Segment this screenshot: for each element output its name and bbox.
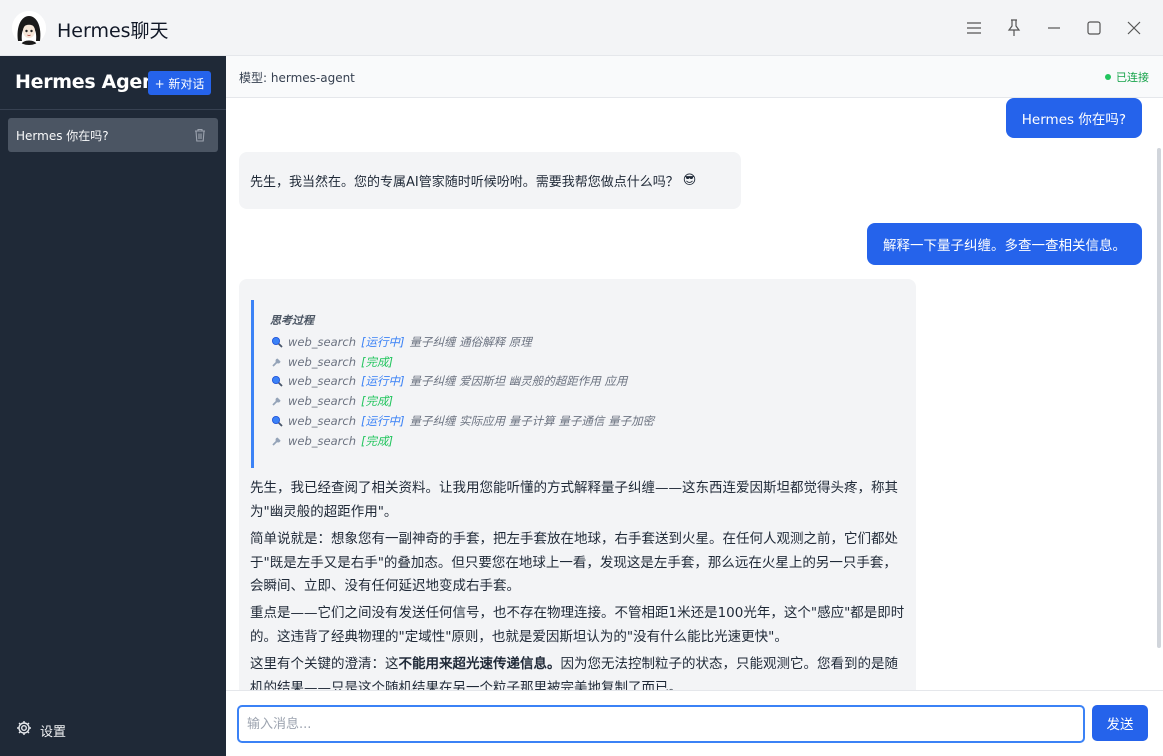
tool-status: [运行中]: [360, 374, 405, 389]
sunglasses-emoji-icon: 😎: [682, 173, 697, 188]
user-message: 解释一下量子纠缠。多查一查相关信息。: [867, 223, 1142, 265]
new-chat-button[interactable]: + 新对话: [148, 71, 211, 95]
tool-status: [运行中]: [360, 413, 405, 428]
thinking-process: 思考过程 web_search [运行中] 量子纠缠 通俗解释 原理 web_sear…: [251, 300, 905, 468]
tool-call-line: web_search [运行中] 量子纠缠 实际应用 量子计算 量子通信 量子加密: [271, 413, 654, 429]
maximize-icon[interactable]: [1082, 16, 1106, 40]
tool-status: [完成]: [360, 433, 393, 448]
tool-name: web_search: [288, 394, 356, 409]
sidebar-divider: [0, 109, 226, 110]
settings-button[interactable]: 设置: [16, 720, 66, 740]
brand-title: Hermes Agent: [15, 71, 164, 93]
tool-query: 量子纠缠 爱因斯坦 幽灵般的超距作用 应用: [409, 374, 628, 389]
thinking-title: 思考过程: [270, 314, 314, 327]
window-title: Hermes聊天: [57, 20, 169, 42]
conversation-label: Hermes 你在吗?: [16, 129, 109, 143]
send-button[interactable]: 发送: [1092, 705, 1148, 741]
wrench-icon: [271, 395, 283, 407]
connection-status: 已连接: [1105, 69, 1149, 85]
search-icon: [271, 415, 283, 427]
chat-header: 模型: hermes-agent 已连接: [226, 56, 1163, 98]
text-span: 这里有个关键的澄清：这: [250, 656, 399, 672]
model-label: 模型: hermes-agent: [239, 71, 355, 85]
trash-icon[interactable]: [194, 127, 208, 143]
answer-paragraph: 这里有个关键的澄清：这不能用来超光速传递信息。因为您无法控制粒子的状态，只能观测…: [250, 653, 910, 690]
tool-call-line: web_search [完成]: [271, 354, 393, 370]
anime-girl-avatar-icon: [12, 11, 46, 45]
user-message: Hermes 你在吗?: [1005, 98, 1142, 138]
minimize-icon[interactable]: [1042, 16, 1066, 40]
tool-name: web_search: [288, 433, 356, 448]
gear-icon: [16, 720, 32, 740]
tool-name: web_search: [288, 354, 356, 369]
settings-label: 设置: [40, 724, 67, 740]
assistant-message: 先生，我当然在。您的专属AI管家随时听候吩咐。需要我帮您做点什么吗？ 😎: [239, 152, 741, 209]
tool-call-line: web_search [完成]: [271, 393, 393, 409]
tool-status: [运行中]: [360, 335, 405, 349]
message-input[interactable]: [237, 705, 1085, 743]
tool-query: 量子纠缠 实际应用 量子计算 量子通信 量子加密: [409, 413, 655, 428]
tool-name: web_search: [288, 374, 356, 389]
tool-name: web_search: [288, 413, 356, 428]
answer-paragraph: 先生，我已经查阅了相关资料。让我用您能听懂的方式解释量子纠缠——这东西连爱因斯坦…: [250, 480, 898, 520]
chat-scrollbar[interactable]: [1157, 148, 1161, 648]
tool-call-line: web_search [完成]: [271, 433, 393, 449]
status-dot-icon: [1105, 74, 1111, 80]
answer-paragraph: 简单说就是：想象您有一副神奇的手套，把左手套放在地球，右手套送到火星。在任何人观…: [250, 531, 898, 594]
message-text: 先生，我当然在。您的专属AI管家随时听候吩咐。需要我帮您做点什么吗？: [250, 175, 679, 190]
search-icon: [271, 336, 283, 348]
tool-status: [完成]: [360, 354, 393, 369]
tool-call-line: web_search [运行中] 量子纠缠 通俗解释 原理: [271, 334, 532, 350]
chat-messages: Hermes 你在吗? 先生，我当然在。您的专属AI管家随时听候吩咐。需要我帮您…: [226, 98, 1163, 690]
assistant-message: 思考过程 web_search [运行中] 量子纠缠 通俗解释 原理 web_sear…: [239, 279, 916, 690]
tool-call-line: web_search [运行中] 量子纠缠 爱因斯坦 幽灵般的超距作用 应用: [271, 373, 627, 389]
search-icon: [271, 375, 283, 388]
title-bar: Hermes聊天: [0, 0, 1163, 56]
pin-icon[interactable]: [1002, 16, 1026, 40]
menu-icon[interactable]: [962, 16, 986, 40]
status-label: 已连接: [1116, 71, 1149, 84]
wrench-icon: [271, 356, 283, 368]
close-icon[interactable]: [1122, 16, 1146, 40]
conversation-item[interactable]: Hermes 你在吗?: [8, 118, 218, 152]
tool-status: [完成]: [360, 394, 393, 409]
tool-query: 量子纠缠 通俗解释 原理: [409, 335, 532, 349]
bold-text: 不能用来超光速传递信息。: [398, 656, 561, 672]
sidebar: Hermes Agent + 新对话 Hermes 你在吗? 设置: [0, 56, 226, 756]
tool-name: web_search: [288, 335, 356, 349]
answer-paragraph: 重点是——它们之间没有发送任何信号，也不存在物理连接。不管相距1米还是100光年…: [250, 605, 905, 645]
wrench-icon: [271, 435, 283, 447]
input-bar: 发送: [226, 690, 1163, 756]
